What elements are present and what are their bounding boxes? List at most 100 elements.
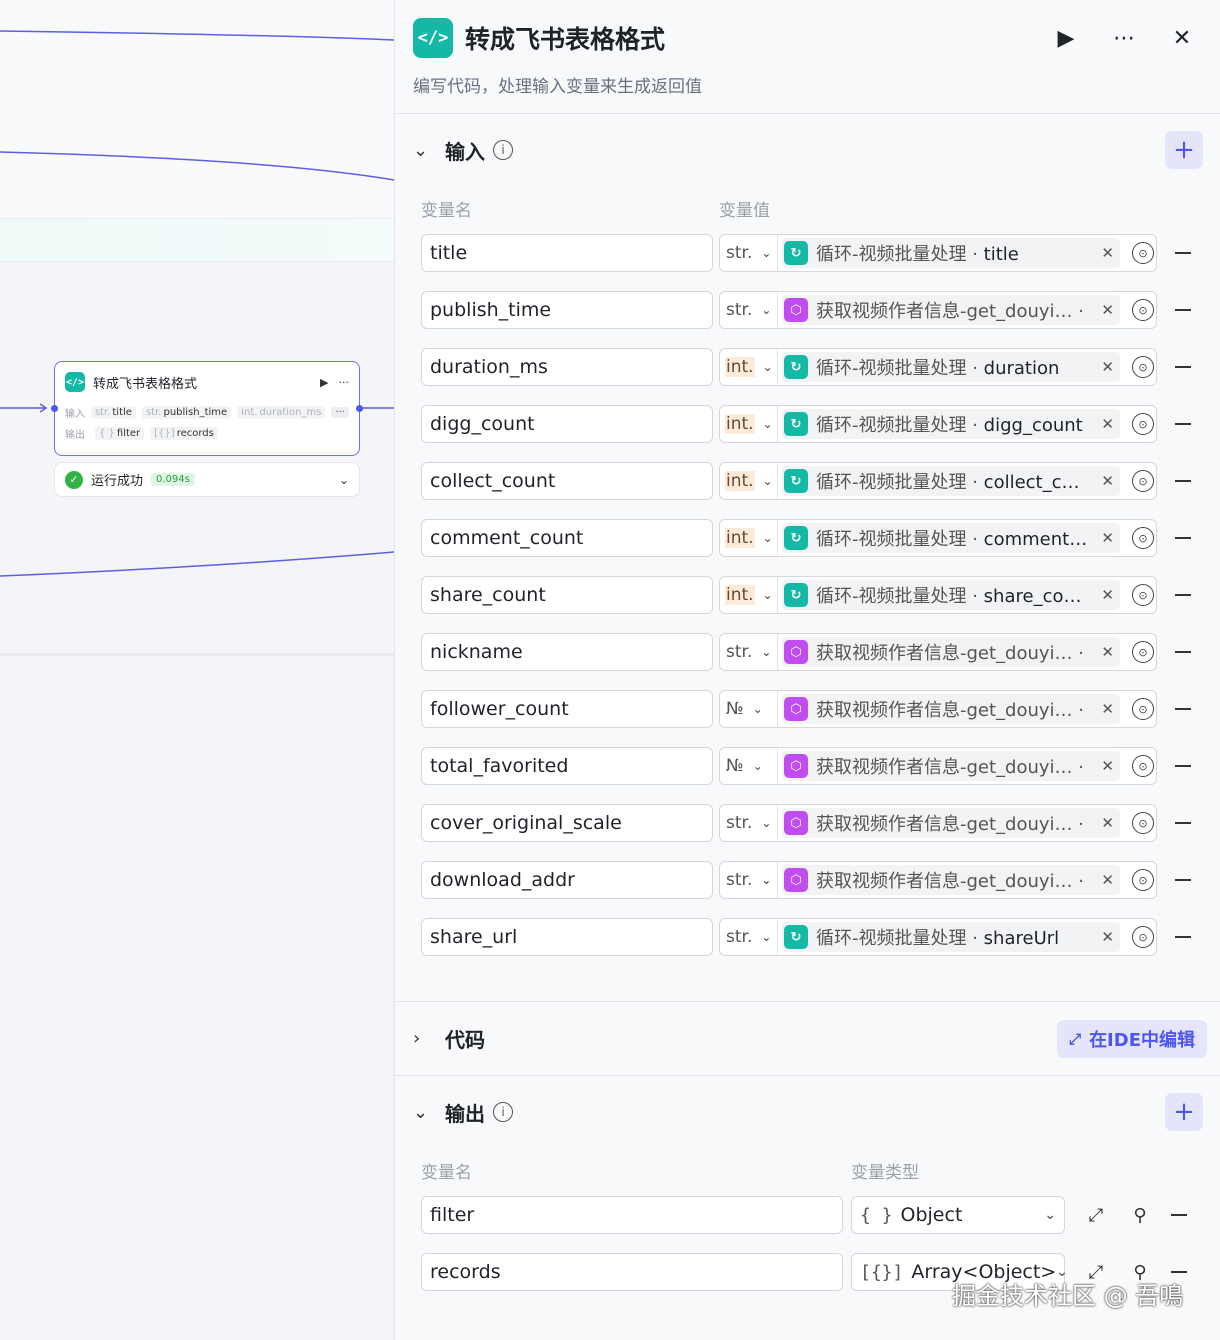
info-icon[interactable]: i xyxy=(493,140,513,160)
variable-value-field[interactable]: str. ⌄ ⬡ 获取视频作者信息-get_douyi… · ✕ ⊙ xyxy=(719,633,1157,671)
run-status-bar[interactable]: ✓ 运行成功 0.094s ⌄ xyxy=(54,462,360,497)
variable-picker-icon[interactable]: ⊙ xyxy=(1132,470,1154,492)
reference-chip[interactable]: ⬡ 获取视频作者信息-get_douyi… · ✕ xyxy=(782,694,1120,724)
variable-picker-icon[interactable]: ⊙ xyxy=(1132,869,1154,891)
variable-name-input[interactable]: share_count xyxy=(421,576,713,614)
remove-row-icon[interactable] xyxy=(1175,423,1191,425)
type-select[interactable]: № ⌄ xyxy=(720,691,778,727)
type-select[interactable]: int. ⌄ xyxy=(720,349,778,385)
more-icon[interactable]: ··· xyxy=(339,376,350,389)
chevron-down-icon[interactable]: ⌄ xyxy=(339,473,349,487)
more-icon[interactable]: ⋯ xyxy=(1104,26,1144,51)
output-name-input[interactable]: records xyxy=(421,1253,843,1291)
clear-icon[interactable]: ✕ xyxy=(1101,244,1114,262)
type-select[interactable]: int. ⌄ xyxy=(720,463,778,499)
variable-value-field[interactable]: str. ⌄ ↻ 循环-视频批量处理 · title ✕ ⊙ xyxy=(719,234,1157,272)
remove-row-icon[interactable] xyxy=(1175,594,1191,596)
remove-row-icon[interactable] xyxy=(1175,879,1191,881)
remove-row-icon[interactable] xyxy=(1175,936,1191,938)
variable-name-input[interactable]: publish_time xyxy=(421,291,713,329)
variable-name-input[interactable]: title xyxy=(421,234,713,272)
remove-row-icon[interactable] xyxy=(1175,366,1191,368)
reference-chip[interactable]: ↻ 循环-视频批量处理 · shareUrl ✕ xyxy=(782,922,1120,952)
info-icon[interactable]: i xyxy=(493,1102,513,1122)
add-child-icon[interactable]: ⚲ xyxy=(1127,1205,1153,1226)
variable-name-input[interactable]: cover_original_scale xyxy=(421,804,713,842)
panel-title[interactable]: 转成飞书表格格式 xyxy=(465,20,1028,56)
remove-row-icon[interactable] xyxy=(1175,708,1191,710)
type-select[interactable]: int. ⌄ xyxy=(720,406,778,442)
variable-value-field[interactable]: int. ⌄ ↻ 循环-视频批量处理 · collect_c… ✕ ⊙ xyxy=(719,462,1157,500)
clear-icon[interactable]: ✕ xyxy=(1101,928,1114,946)
variable-picker-icon[interactable]: ⊙ xyxy=(1132,641,1154,663)
edit-in-ide-button[interactable]: ⤢ 在IDE中编辑 xyxy=(1057,1019,1207,1058)
variable-name-input[interactable]: download_addr xyxy=(421,861,713,899)
type-select[interactable]: str. ⌄ xyxy=(720,292,778,328)
remove-row-icon[interactable] xyxy=(1175,480,1191,482)
remove-row-icon[interactable] xyxy=(1175,252,1191,254)
variable-name-input[interactable]: duration_ms xyxy=(421,348,713,386)
code-node[interactable]: </> 转成飞书表格格式 ▶ ··· 输入 str. title str. publ… xyxy=(54,361,360,456)
add-input-button[interactable]: + xyxy=(1165,131,1203,169)
reference-chip[interactable]: ↻ 循环-视频批量处理 · digg_count ✕ xyxy=(782,409,1120,439)
remove-row-icon[interactable] xyxy=(1175,537,1191,539)
code-section-title[interactable]: 代码 xyxy=(445,1024,485,1053)
variable-picker-icon[interactable]: ⊙ xyxy=(1132,755,1154,777)
variable-picker-icon[interactable]: ⊙ xyxy=(1132,584,1154,606)
type-select[interactable]: str. ⌄ xyxy=(720,634,778,670)
expand-icon[interactable]: ⤢ xyxy=(1083,1205,1109,1226)
chevron-down-icon[interactable]: ⌄ xyxy=(413,140,433,161)
variable-picker-icon[interactable]: ⊙ xyxy=(1132,926,1154,948)
variable-picker-icon[interactable]: ⊙ xyxy=(1132,413,1154,435)
node-input-port[interactable] xyxy=(51,405,58,412)
reference-chip[interactable]: ⬡ 获取视频作者信息-get_douyi… · ✕ xyxy=(782,751,1120,781)
add-output-button[interactable]: + xyxy=(1165,1093,1203,1131)
clear-icon[interactable]: ✕ xyxy=(1101,757,1114,775)
reference-chip[interactable]: ↻ 循环-视频批量处理 · comment… ✕ xyxy=(782,523,1120,553)
remove-row-icon[interactable] xyxy=(1171,1271,1187,1273)
type-select[interactable]: int. ⌄ xyxy=(720,520,778,556)
type-select[interactable]: str. ⌄ xyxy=(720,919,778,955)
variable-value-field[interactable]: str. ⌄ ⬡ 获取视频作者信息-get_douyi… · ✕ ⊙ xyxy=(719,804,1157,842)
node-output-port[interactable] xyxy=(356,405,363,412)
variable-name-input[interactable]: total_favorited xyxy=(421,747,713,785)
reference-chip[interactable]: ⬡ 获取视频作者信息-get_douyi… · ✕ xyxy=(782,295,1120,325)
output-type-select[interactable]: { } Object ⌄ xyxy=(851,1196,1065,1234)
variable-value-field[interactable]: str. ⌄ ⬡ 获取视频作者信息-get_douyi… · ✕ ⊙ xyxy=(719,861,1157,899)
variable-name-input[interactable]: share_url xyxy=(421,918,713,956)
reference-chip[interactable]: ↻ 循环-视频批量处理 · share_co… ✕ xyxy=(782,580,1120,610)
reference-chip[interactable]: ⬡ 获取视频作者信息-get_douyi… · ✕ xyxy=(782,637,1120,667)
variable-picker-icon[interactable]: ⊙ xyxy=(1132,812,1154,834)
input-section-title[interactable]: 输入 xyxy=(445,136,485,165)
type-select[interactable]: str. ⌄ xyxy=(720,235,778,271)
variable-name-input[interactable]: comment_count xyxy=(421,519,713,557)
variable-value-field[interactable]: int. ⌄ ↻ 循环-视频批量处理 · comment… ✕ ⊙ xyxy=(719,519,1157,557)
variable-value-field[interactable]: str. ⌄ ↻ 循环-视频批量处理 · shareUrl ✕ ⊙ xyxy=(719,918,1157,956)
remove-row-icon[interactable] xyxy=(1175,822,1191,824)
clear-icon[interactable]: ✕ xyxy=(1101,586,1114,604)
clear-icon[interactable]: ✕ xyxy=(1101,301,1114,319)
variable-picker-icon[interactable]: ⊙ xyxy=(1132,527,1154,549)
variable-name-input[interactable]: follower_count xyxy=(421,690,713,728)
close-icon[interactable]: ✕ xyxy=(1162,26,1202,51)
output-section-title[interactable]: 输出 xyxy=(445,1098,485,1127)
play-icon[interactable]: ▶ xyxy=(1046,26,1086,51)
variable-value-field[interactable]: int. ⌄ ↻ 循环-视频批量处理 · share_co… ✕ ⊙ xyxy=(719,576,1157,614)
clear-icon[interactable]: ✕ xyxy=(1101,643,1114,661)
remove-row-icon[interactable] xyxy=(1175,651,1191,653)
output-name-input[interactable]: filter xyxy=(421,1196,843,1234)
reference-chip[interactable]: ⬡ 获取视频作者信息-get_douyi… · ✕ xyxy=(782,808,1120,838)
panel-description[interactable]: 编写代码，处理输入变量来生成返回值 xyxy=(413,72,1202,97)
clear-icon[interactable]: ✕ xyxy=(1101,871,1114,889)
chevron-right-icon[interactable]: › xyxy=(413,1028,433,1049)
play-icon[interactable]: ▶ xyxy=(320,376,328,389)
remove-row-icon[interactable] xyxy=(1175,765,1191,767)
clear-icon[interactable]: ✕ xyxy=(1101,529,1114,547)
reference-chip[interactable]: ⬡ 获取视频作者信息-get_douyi… · ✕ xyxy=(782,865,1120,895)
variable-picker-icon[interactable]: ⊙ xyxy=(1132,242,1154,264)
clear-icon[interactable]: ✕ xyxy=(1101,472,1114,490)
reference-chip[interactable]: ↻ 循环-视频批量处理 · title ✕ xyxy=(782,238,1120,268)
variable-value-field[interactable]: str. ⌄ ⬡ 获取视频作者信息-get_douyi… · ✕ ⊙ xyxy=(719,291,1157,329)
type-select[interactable]: № ⌄ xyxy=(720,748,778,784)
remove-row-icon[interactable] xyxy=(1175,309,1191,311)
